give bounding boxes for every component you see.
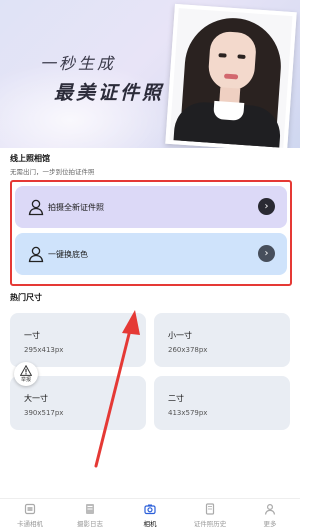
tab-id-photo-history[interactable]: 证件照历史 <box>180 499 240 528</box>
banner-headline: 最美证件照 <box>54 82 165 104</box>
section-subtitle: 无需出门，一步到位拍证件照 <box>10 168 95 176</box>
size-name: 一寸 <box>24 331 40 340</box>
tab-label: 证件照历史 <box>193 520 227 528</box>
tab-label: 摄影日志 <box>77 520 103 528</box>
photo-log-icon <box>86 504 94 514</box>
bottom-tab-bar: 卡通相机 摄影日志 相机 证件照历史 更多 <box>0 498 300 528</box>
size-card-two-inch[interactable]: 二寸 413x579px <box>154 376 290 430</box>
size-card-one-inch[interactable]: 一寸 295x413px <box>10 313 146 367</box>
tab-camera[interactable]: 相机 <box>120 499 180 528</box>
size-name: 大一寸 <box>24 394 48 403</box>
size-name: 小一寸 <box>168 331 192 340</box>
size-dimensions: 295x413px <box>24 346 64 354</box>
tab-cartoon-camera[interactable]: 卡通相机 <box>0 499 60 528</box>
hero-banner[interactable]: 一秒生成 最美证件照 <box>0 0 300 148</box>
report-button[interactable]: 举报 <box>14 362 38 386</box>
banner-portrait-photo <box>165 3 297 148</box>
camera-icon <box>144 504 156 515</box>
size-dimensions: 413x579px <box>168 409 208 417</box>
warning-icon <box>20 365 32 376</box>
id-history-icon <box>205 503 215 515</box>
banner-tagline: 一秒生成 <box>40 54 117 73</box>
hot-sizes-title: 热门尺寸 <box>10 293 42 302</box>
tab-label: 相机 <box>143 520 157 528</box>
size-dimensions: 390x517px <box>24 409 64 417</box>
more-user-icon <box>264 503 276 515</box>
size-name: 二寸 <box>168 394 184 403</box>
report-label: 举报 <box>20 377 31 383</box>
tab-more[interactable]: 更多 <box>240 499 300 528</box>
tab-label: 卡通相机 <box>17 520 43 528</box>
tab-label: 更多 <box>263 520 277 528</box>
size-card-small-one-inch[interactable]: 小一寸 260x378px <box>154 313 290 367</box>
tab-photo-log[interactable]: 摄影日志 <box>60 499 120 528</box>
section-title: 线上照相馆 <box>10 154 50 163</box>
highlight-annotation-box <box>10 180 292 286</box>
size-dimensions: 260x378px <box>168 346 208 354</box>
cartoon-camera-icon <box>24 503 36 515</box>
